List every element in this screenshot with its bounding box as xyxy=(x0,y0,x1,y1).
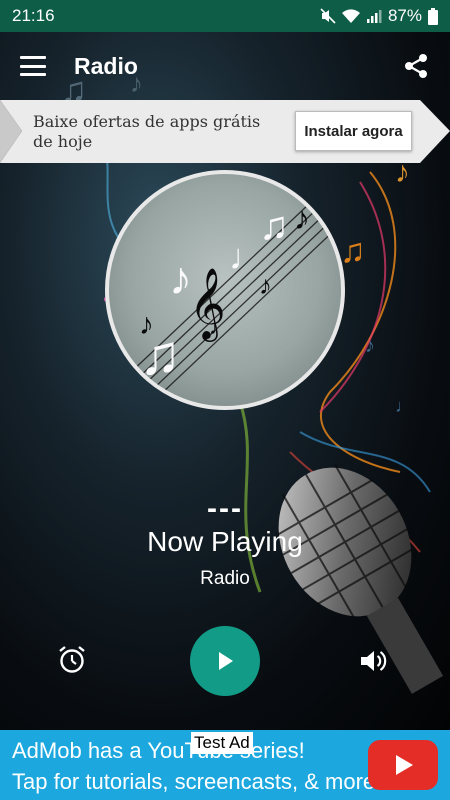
svg-text:♪: ♪ xyxy=(169,252,192,304)
track-title: --- xyxy=(207,492,243,525)
svg-text:♩: ♩ xyxy=(395,396,413,416)
menu-icon[interactable] xyxy=(20,56,46,76)
alarm-icon[interactable] xyxy=(56,644,88,676)
test-ad-badge: Test Ad xyxy=(191,732,253,754)
svg-text:♪: ♪ xyxy=(365,335,375,357)
status-bar: 21:16 87% xyxy=(0,0,450,32)
now-playing-label: Now Playing xyxy=(147,526,303,557)
top-ad-banner[interactable]: Baixe ofertas de apps grátis de hoje Ins… xyxy=(0,100,450,163)
share-icon[interactable] xyxy=(402,52,430,80)
album-art: 𝄞 ♫ ♪ ♩ ♫ ♪ ♪ ♪ ♩ xyxy=(105,170,345,410)
bottom-ad-headline: AdMob has a YouTube series! xyxy=(12,738,305,763)
svg-text:♩: ♩ xyxy=(209,314,231,339)
svg-text:♪: ♪ xyxy=(294,200,310,236)
mute-icon xyxy=(320,8,336,24)
svg-text:♫: ♫ xyxy=(340,232,366,270)
battery-icon xyxy=(428,7,438,25)
station-name: Radio xyxy=(200,568,250,589)
svg-text:♫: ♫ xyxy=(259,204,289,248)
wifi-icon xyxy=(341,9,360,23)
battery-percent: 87% xyxy=(387,6,422,25)
volume-icon[interactable] xyxy=(358,646,388,676)
play-icon xyxy=(219,652,233,670)
app-title: Radio xyxy=(74,52,138,79)
youtube-icon xyxy=(368,740,438,790)
status-time: 21:16 xyxy=(12,6,55,25)
sheet-music-image: 𝄞 ♫ ♪ ♩ ♫ ♪ ♪ ♪ ♩ xyxy=(128,200,341,395)
app-bar: Radio xyxy=(0,32,450,100)
play-button[interactable] xyxy=(190,626,260,696)
bottom-ad-banner[interactable]: AdMob has a YouTube series! Tap for tuto… xyxy=(0,730,450,800)
signal-icon xyxy=(366,10,382,23)
svg-text:♪: ♪ xyxy=(139,308,154,341)
top-ad-text: Baixe ofertas de apps grátis de hoje xyxy=(33,112,261,151)
status-indicators: 87% xyxy=(320,6,438,26)
svg-text:♪: ♪ xyxy=(259,270,272,300)
bottom-ad-subtext: Tap for tutorials, screencasts, & more. xyxy=(12,769,382,794)
install-now-button[interactable]: Instalar agora xyxy=(295,111,412,151)
